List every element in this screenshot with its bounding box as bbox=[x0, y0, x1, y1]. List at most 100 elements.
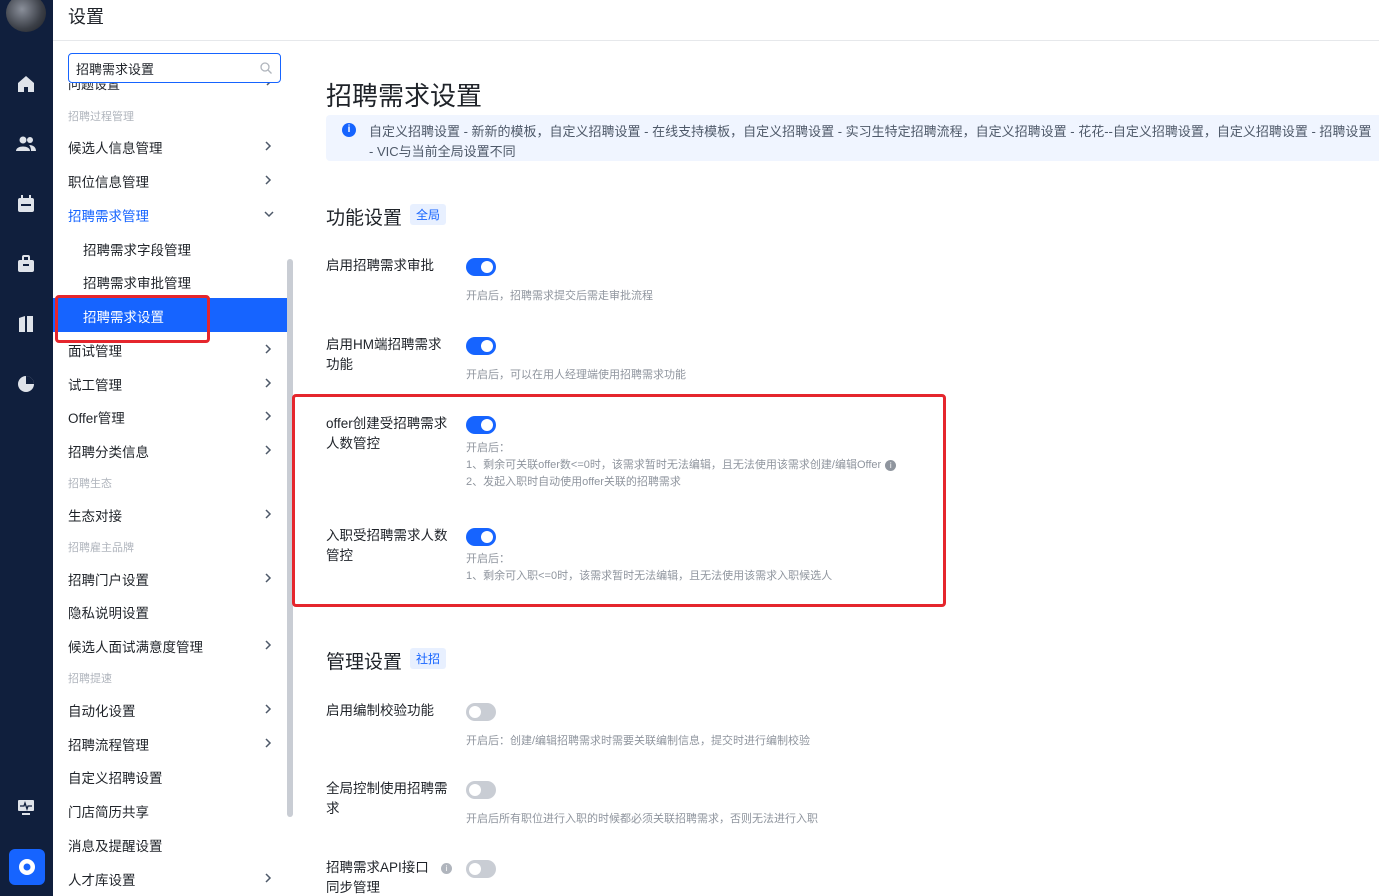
home-icon[interactable] bbox=[15, 73, 37, 95]
sidebar-item-req-field[interactable]: 招聘需求字段管理 bbox=[53, 231, 289, 265]
toggle-switch[interactable] bbox=[466, 337, 496, 355]
sidebar-item-req-mgmt[interactable]: 招聘需求管理 bbox=[53, 197, 289, 231]
pie-chart-icon[interactable] bbox=[15, 373, 37, 395]
sidebar-item-notify[interactable]: 消息及提醒设置 bbox=[53, 827, 289, 861]
sidebar-item-interview[interactable]: 面试管理 bbox=[53, 332, 289, 366]
setting-description: 开启后，可以在用人经理端使用招聘需求功能 bbox=[466, 367, 686, 384]
sidebar-item-portal[interactable]: 招聘门户设置 bbox=[53, 561, 289, 595]
chevron-right-icon bbox=[265, 411, 272, 421]
sidebar-search[interactable] bbox=[68, 53, 281, 83]
sidebar-item-custom[interactable]: 自定义招聘设置 bbox=[53, 759, 289, 793]
sidebar-item-label: 招聘需求设置 bbox=[83, 310, 164, 325]
setting-label: 入职受招聘需求人数管控 bbox=[326, 528, 448, 563]
sidebar-item-store-share[interactable]: 门店简历共享 bbox=[53, 793, 289, 827]
setting-label: 招聘需求API接口同步管理 bbox=[326, 860, 429, 895]
toggle-switch[interactable] bbox=[466, 781, 496, 799]
toggle-switch[interactable] bbox=[466, 258, 496, 276]
toggle-knob bbox=[481, 419, 493, 431]
sidebar-item-position-info[interactable]: 职位信息管理 bbox=[53, 163, 289, 197]
sidebar-item-probation[interactable]: 试工管理 bbox=[53, 366, 289, 400]
toggle-switch[interactable] bbox=[466, 860, 496, 878]
description-line: 1、剩余可关联offer数<=0时，该需求暂时无法编辑，且无法使用该需求创建/编… bbox=[466, 457, 897, 474]
setting-label: 全局控制使用招聘需求 bbox=[326, 781, 448, 816]
briefcase-icon[interactable] bbox=[15, 253, 37, 275]
search-input[interactable] bbox=[69, 54, 259, 82]
users-icon[interactable] bbox=[15, 133, 37, 155]
sidebar-item-privacy[interactable]: 隐私说明设置 bbox=[53, 594, 289, 628]
sidebar-item-process[interactable]: 招聘流程管理 bbox=[53, 726, 289, 760]
chevron-right-icon bbox=[265, 738, 272, 748]
top-bar: 设置 bbox=[53, 0, 1379, 41]
chevron-down-icon bbox=[264, 211, 274, 218]
chevron-right-icon bbox=[266, 83, 271, 86]
toggle-switch[interactable] bbox=[466, 528, 496, 546]
sidebar-item-req-approval[interactable]: 招聘需求审批管理 bbox=[53, 264, 289, 298]
setting-description: 开启后：创建/编辑招聘需求时需要关联编制信息，提交时进行编制校验 bbox=[466, 733, 810, 750]
sidebar-item-partial[interactable]: 问题设置 bbox=[68, 83, 281, 91]
info-icon[interactable]: i bbox=[441, 863, 452, 874]
page-title: 招聘需求设置 bbox=[326, 81, 483, 111]
description-line: 开启后，可以在用人经理端使用招聘需求功能 bbox=[466, 369, 686, 381]
sidebar-item-label: 候选人面试满意度管理 bbox=[68, 640, 203, 655]
description-line: 开启后： bbox=[466, 442, 510, 454]
setting-label: offer创建受招聘需求人数管控 bbox=[326, 416, 448, 451]
setting-description: 开启后，招聘需求提交后需走审批流程 bbox=[466, 288, 653, 305]
sidebar-item-label: 隐私说明设置 bbox=[68, 606, 149, 621]
section-title-function: 功能设置 bbox=[326, 208, 403, 229]
sidebar-item-label: 自动化设置 bbox=[68, 704, 136, 719]
chevron-right-icon bbox=[265, 445, 272, 455]
sidebar-item-automation[interactable]: 自动化设置 bbox=[53, 692, 289, 726]
sidebar-item-label: 人才库设置 bbox=[68, 873, 136, 888]
chevron-right-icon bbox=[265, 573, 272, 583]
setting-label: 启用招聘需求审批 bbox=[326, 258, 434, 273]
sidebar-scrollbar[interactable] bbox=[287, 259, 293, 817]
sidebar-item-candidate-info[interactable]: 候选人信息管理 bbox=[53, 129, 289, 163]
search-icon[interactable] bbox=[259, 61, 273, 75]
sidebar-item-label: 试工管理 bbox=[68, 378, 122, 393]
description-line: 开启后： bbox=[466, 553, 510, 565]
toggle-switch[interactable] bbox=[466, 416, 496, 434]
sidebar-group-label: 招聘生态 bbox=[68, 478, 112, 490]
sidebar-item-label: 招聘需求审批管理 bbox=[83, 276, 191, 291]
scope-tag-social: 社招 bbox=[410, 648, 447, 669]
sidebar-item-label: 面试管理 bbox=[68, 344, 122, 359]
settings-sidebar: 问题设置 招聘过程管理 候选人信息管理 职位信息管理 招聘需求管理 招聘需求字段… bbox=[53, 41, 296, 896]
chevron-right-icon bbox=[265, 344, 272, 354]
toggle-switch[interactable] bbox=[466, 703, 496, 721]
sidebar-item-label: 招聘分类信息 bbox=[68, 445, 149, 460]
description-text: 1、剩余可关联offer数<=0时，该需求暂时无法编辑，且无法使用该需求创建/编… bbox=[466, 459, 882, 471]
sidebar-item-label: 消息及提醒设置 bbox=[68, 839, 163, 854]
sidebar-item-eco[interactable]: 生态对接 bbox=[53, 497, 289, 531]
settings-icon[interactable] bbox=[9, 849, 45, 885]
sidebar-item-offer[interactable]: Offer管理 bbox=[53, 399, 289, 433]
info-banner: i 自定义招聘设置 - 新新的模板，自定义招聘设置 - 在线支持模板，自定义招聘… bbox=[326, 115, 1379, 161]
chevron-right-icon bbox=[265, 141, 272, 151]
setting-description: 开启后： 1、剩余可关联offer数<=0时，该需求暂时无法编辑，且无法使用该需… bbox=[466, 440, 897, 491]
chevron-right-icon bbox=[265, 175, 272, 185]
chevron-right-icon bbox=[265, 378, 272, 388]
setting-label: 启用编制校验功能 bbox=[326, 703, 434, 718]
description-line: 开启后，招聘需求提交后需走审批流程 bbox=[466, 290, 653, 302]
sidebar-group-label: 招聘过程管理 bbox=[68, 111, 134, 123]
sidebar-item-label: 问题设置 bbox=[68, 83, 121, 91]
toggle-knob bbox=[469, 784, 481, 796]
scope-tag-global: 全局 bbox=[410, 204, 447, 225]
sidebar-item-label: 生态对接 bbox=[68, 509, 122, 524]
toggle-knob bbox=[469, 863, 481, 875]
sidebar-group-label: 招聘雇主品牌 bbox=[68, 542, 134, 554]
monitor-icon[interactable] bbox=[15, 796, 37, 818]
setting-description: 开启后所有职位进行入职的时候都必须关联招聘需求，否则无法进行入职 bbox=[466, 811, 818, 828]
avatar[interactable] bbox=[6, 0, 46, 32]
info-banner-text: 自定义招聘设置 - 新新的模板，自定义招聘设置 - 在线支持模板，自定义招聘设置… bbox=[369, 124, 1372, 159]
sidebar-item-label: 职位信息管理 bbox=[68, 175, 149, 190]
chevron-right-icon bbox=[265, 640, 272, 650]
info-icon[interactable]: i bbox=[885, 459, 897, 471]
sidebar-item-req-settings[interactable]: 招聘需求设置 bbox=[53, 298, 289, 332]
sidebar-item-category[interactable]: 招聘分类信息 bbox=[53, 433, 289, 467]
book-icon[interactable] bbox=[15, 313, 37, 335]
sidebar-item-label: Offer管理 bbox=[68, 411, 125, 426]
sidebar-item-talent[interactable]: 人才库设置 bbox=[53, 861, 289, 895]
sidebar-item-satisfaction[interactable]: 候选人面试满意度管理 bbox=[53, 628, 289, 662]
toggle-knob bbox=[481, 531, 493, 543]
calendar-icon[interactable] bbox=[15, 193, 37, 215]
